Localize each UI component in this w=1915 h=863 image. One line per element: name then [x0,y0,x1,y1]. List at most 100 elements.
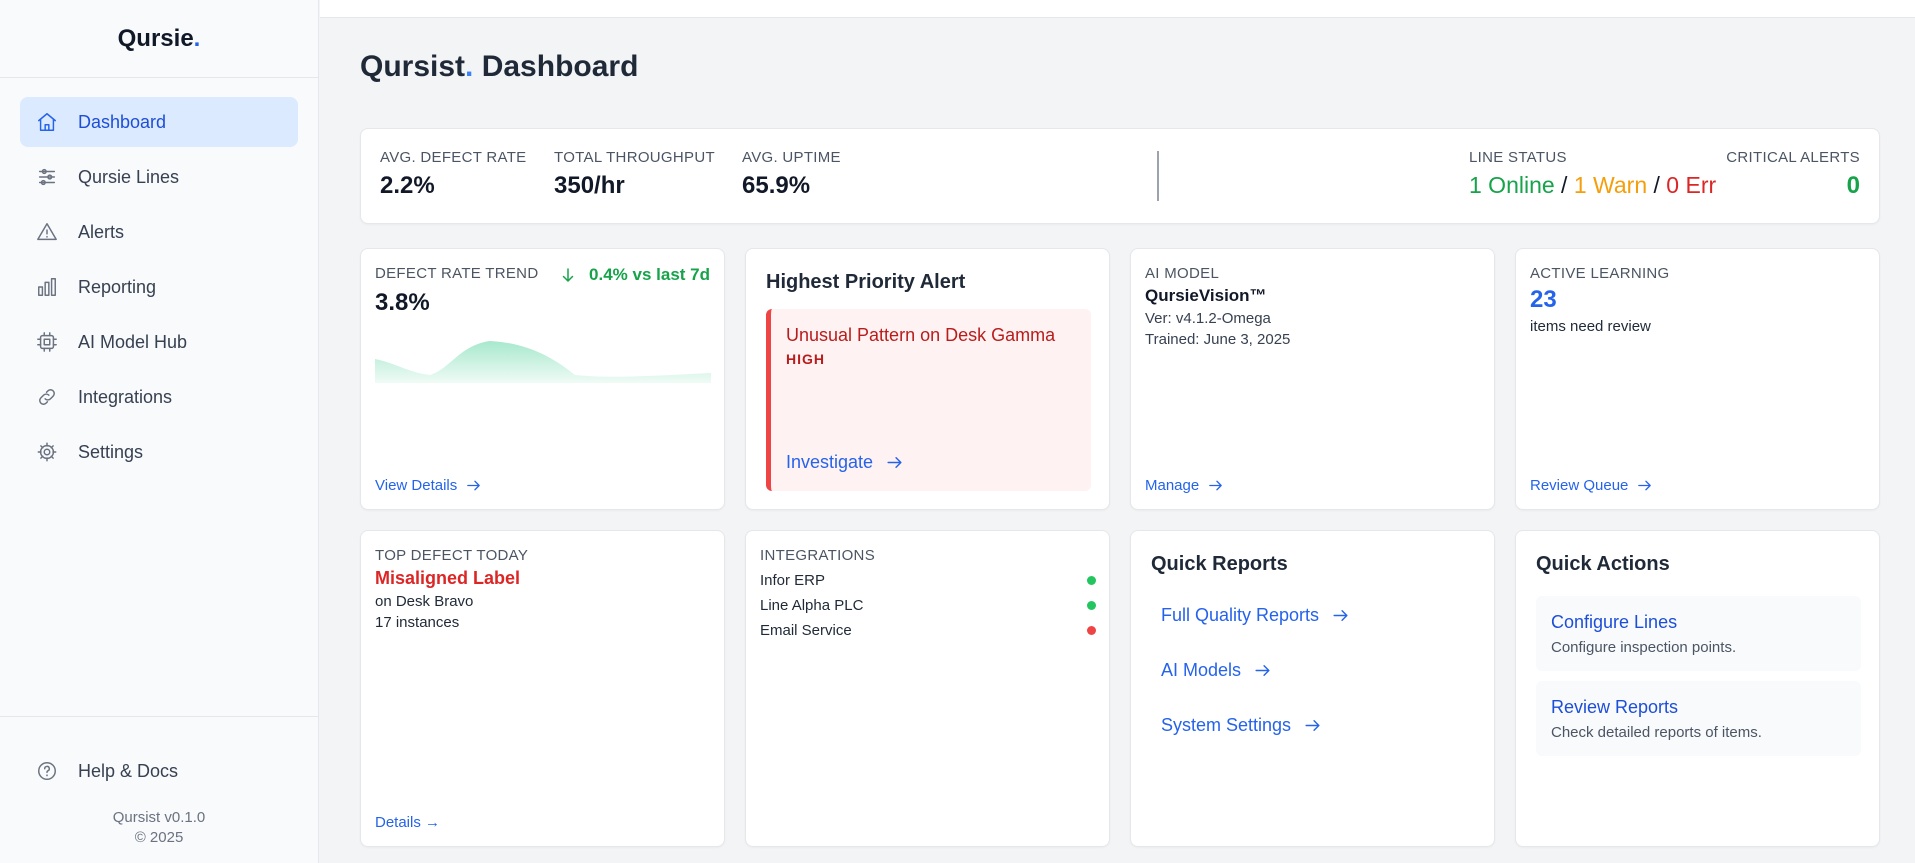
view-details-link[interactable]: View Details [375,477,482,494]
integrations-card: INTEGRATIONS Infor ERP Line Alpha PLC Em… [745,530,1110,847]
quick-actions-card: Quick Actions Configure Lines Configure … [1515,530,1880,847]
stats-bar: AVG. DEFECT RATE 2.2% TOTAL THROUGHPUT 3… [360,128,1880,224]
defect-trend-value: 3.8% [375,289,430,316]
integration-name: Line Alpha PLC [760,597,864,614]
sidebar-divider [0,716,318,717]
sidebar: Qursie. Dashboard Qursie Lines Alerts Re… [0,0,319,863]
defect-trend-change: 0.4% vs last 7d [559,265,710,285]
defect-location: on Desk Bravo [375,593,474,610]
list-item[interactable]: Line Alpha PLC [760,593,1096,618]
stat-avg-defect-rate: AVG. DEFECT RATE 2.2% [380,149,527,200]
investigate-link[interactable]: Investigate [786,452,904,473]
page-title-rest: Dashboard [473,50,639,83]
configure-lines-action[interactable]: Configure Lines Configure inspection poi… [1536,596,1861,671]
sliders-icon [38,168,56,186]
line-status-sep: / [1554,172,1574,198]
copyright-text: © 2025 [134,829,184,846]
sidebar-nav: Dashboard Qursie Lines Alerts Reporting … [0,78,318,477]
full-quality-reports-link[interactable]: Full Quality Reports [1161,605,1350,626]
stat-critical-alerts: CRITICAL ALERTS 0 [1726,149,1860,200]
alert-severity-badge: HIGH [786,351,825,367]
stat-label: CRITICAL ALERTS [1726,149,1860,166]
ai-models-link[interactable]: AI Models [1161,660,1272,681]
brand-logo[interactable]: Qursie. [0,0,318,78]
stat-value: 350/hr [554,172,625,199]
card-title: Quick Reports [1151,553,1288,575]
help-label: Help & Docs [78,760,179,781]
top-bar [320,0,1915,18]
line-status-online: 1 Online [1469,172,1555,198]
stat-value: 2.2% [380,172,435,199]
chip-icon [37,332,57,352]
card-label: INTEGRATIONS [760,547,875,564]
alert-box: Unusual Pattern on Desk Gamma HIGH Inves… [766,309,1091,491]
action-description: Check detailed reports of items. [1551,724,1762,741]
stat-label: LINE STATUS [1469,149,1567,166]
sidebar-item-settings[interactable]: Settings [20,427,298,477]
list-item[interactable]: Infor ERP [760,568,1096,593]
defect-details-link[interactable]: Details → [375,814,440,831]
sidebar-item-label: AI Model Hub [78,331,188,352]
action-description: Configure inspection points. [1551,639,1737,656]
stat-label: TOTAL THROUGHPUT [554,149,715,166]
model-trained-date: Trained: June 3, 2025 [1145,331,1291,348]
arrow-right-icon [467,480,481,491]
review-note: items need review [1530,318,1651,335]
sidebar-item-label: Qursie Lines [78,166,180,187]
review-count: 23 [1530,286,1557,313]
card-label: TOP DEFECT TODAY [375,547,529,564]
link-label: Full Quality Reports [1161,605,1320,625]
defect-trend-sparkline [375,341,711,383]
arrow-right-icon [1305,720,1320,731]
line-status-value: 1 Online / 1 Warn / 0 Err [1469,172,1716,199]
sidebar-item-label: Settings [78,441,144,462]
review-reports-action[interactable]: Review Reports Check detailed reports of… [1536,681,1861,756]
sidebar-item-reporting[interactable]: Reporting [20,262,298,312]
version-info: Qursist v0.1.0 © 2025 [0,808,318,848]
stat-label: AVG. UPTIME [742,149,841,166]
defect-instances: 17 instances [375,614,460,631]
sidebar-item-label: Alerts [78,221,125,242]
sidebar-item-alerts[interactable]: Alerts [20,207,298,257]
arrow-right-icon [1638,480,1652,491]
alert-message: Unusual Pattern on Desk Gamma [786,325,1056,345]
help-docs-link[interactable]: Help & Docs [20,746,298,796]
sidebar-item-dashboard[interactable]: Dashboard [20,97,298,147]
line-status-sep: / [1647,172,1667,198]
link-label: System Settings [1161,715,1292,735]
gear-icon [37,442,57,462]
arrow-right-icon [1333,610,1348,621]
stat-avg-uptime: AVG. UPTIME 65.9% [742,149,841,200]
active-learning-info: ACTIVE LEARNING 23 items need review [1530,265,1670,335]
priority-alert-card: Highest Priority Alert Unusual Pattern o… [745,248,1110,510]
quick-reports-card: Quick Reports Full Quality Reports AI Mo… [1130,530,1495,847]
status-dot-online [1087,576,1096,585]
review-queue-link[interactable]: Review Queue [1530,477,1653,494]
arrow-right-icon [1255,665,1270,676]
sidebar-item-integrations[interactable]: Integrations [20,372,298,422]
active-learning-card: ACTIVE LEARNING 23 items need review Rev… [1515,248,1880,510]
stat-label: AVG. DEFECT RATE [380,149,527,166]
integrations-list: Infor ERP Line Alpha PLC Email Service [760,568,1096,643]
status-dot-online [1087,601,1096,610]
system-settings-link[interactable]: System Settings [1161,715,1322,736]
card-label: DEFECT RATE TREND [375,265,539,282]
sidebar-item-qursie-lines[interactable]: Qursie Lines [20,152,298,202]
status-dot-error [1087,626,1096,635]
sidebar-item-label: Dashboard [78,111,167,132]
link-icon [39,389,55,405]
stat-value: 65.9% [742,172,811,199]
arrow-right-icon [887,457,902,468]
link-label: Review Queue [1530,477,1629,494]
defect-trend-card: DEFECT RATE TREND 3.8% 0.4% vs last 7d V… [360,248,725,510]
top-defect-info: TOP DEFECT TODAY Misaligned Label on Des… [375,547,528,631]
defect-name: Misaligned Label [375,568,521,588]
card-label: AI MODEL [1145,265,1220,282]
sidebar-item-label: Integrations [78,386,173,407]
stats-divider [1157,151,1159,201]
list-item[interactable]: Email Service [760,618,1096,643]
help-circle-icon [38,762,56,780]
manage-model-link[interactable]: Manage [1145,477,1224,494]
arrow-right-icon [1209,480,1223,491]
sidebar-item-ai-model-hub[interactable]: AI Model Hub [20,317,298,367]
